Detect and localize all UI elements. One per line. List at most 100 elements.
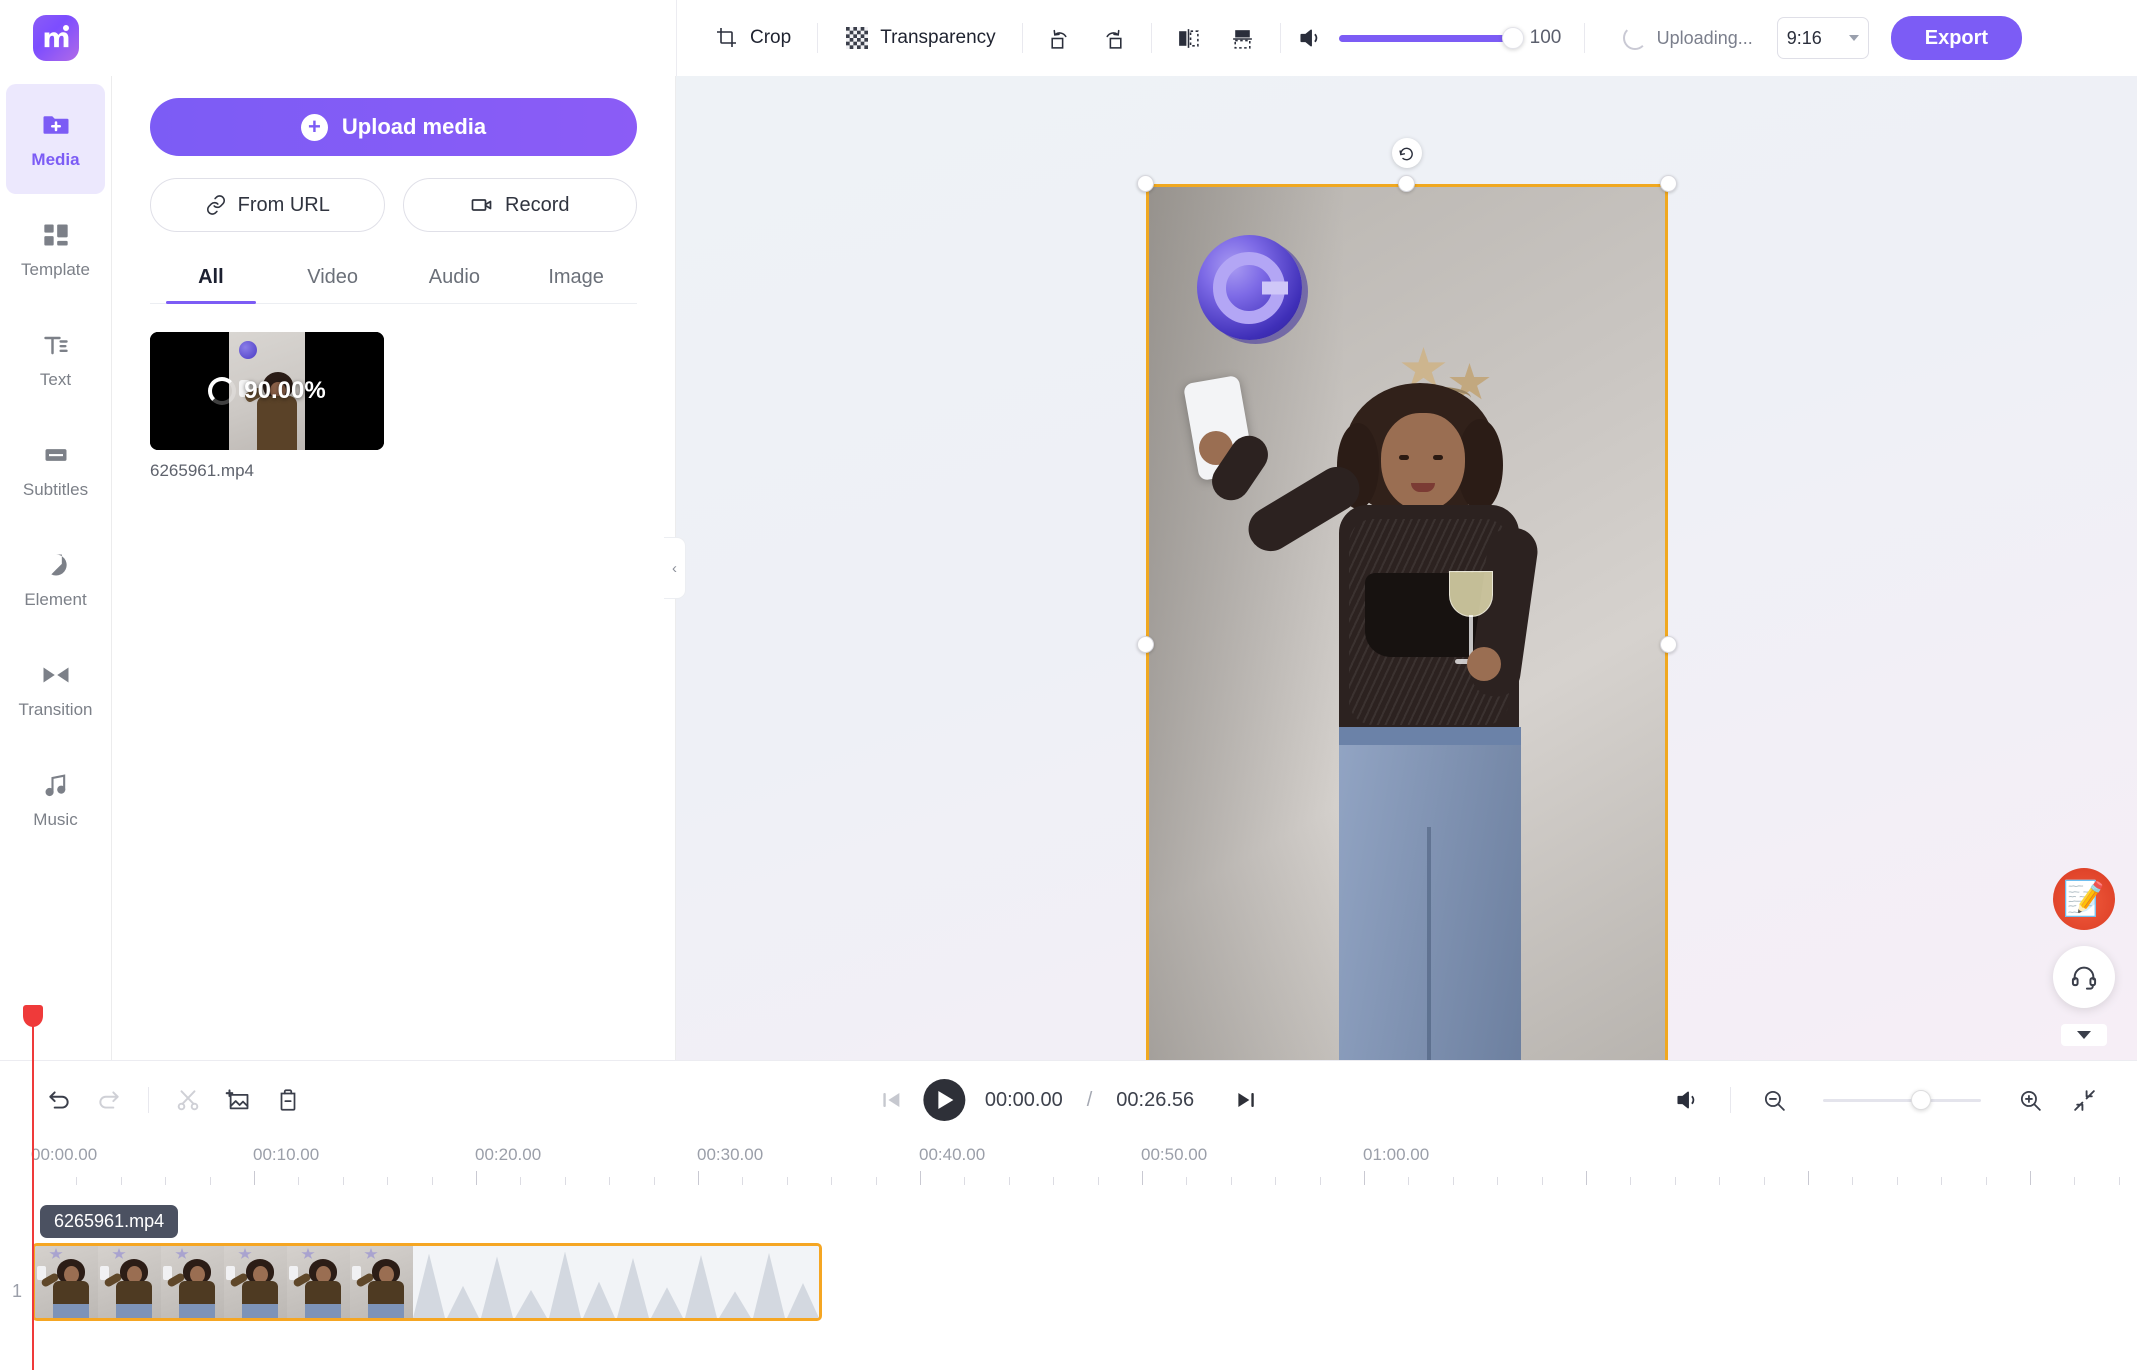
record-button[interactable]: Record: [402, 178, 637, 232]
resize-handle-top-right[interactable]: [1659, 175, 1677, 192]
ruler-tick: [831, 1177, 833, 1185]
playhead[interactable]: [23, 1005, 43, 1370]
toolbar-divider-3: [1150, 23, 1152, 53]
clip-thumbnail: [98, 1246, 161, 1318]
flip-horizontal-button[interactable]: [1162, 19, 1216, 57]
sidebar-item-subtitles[interactable]: Subtitles: [0, 414, 111, 524]
waveform-peak: [515, 1290, 547, 1318]
caret-down-icon: [2077, 1031, 2091, 1039]
zoom-out-button[interactable]: [1751, 1077, 1797, 1123]
timeline-clip[interactable]: [32, 1243, 822, 1321]
ruler-label: 00:10.00: [253, 1145, 320, 1164]
sidebar-item-transition[interactable]: Transition: [0, 634, 111, 744]
resize-handle-middle-right[interactable]: [1659, 635, 1677, 653]
upload-media-button[interactable]: + Upload media: [150, 98, 637, 156]
sidebar-item-music[interactable]: Music: [0, 744, 111, 854]
link-icon: [205, 194, 227, 216]
ruler-tick: [875, 1177, 877, 1185]
split-button[interactable]: [165, 1077, 211, 1123]
ruler-tick: [1808, 1171, 1809, 1185]
undo-button[interactable]: [36, 1077, 82, 1123]
ruler-tick: [1630, 1177, 1632, 1185]
ruler-tick: [1408, 1177, 1410, 1185]
flip-vertical-button[interactable]: [1216, 19, 1270, 57]
waveform-peak: [447, 1285, 479, 1318]
tab-audio[interactable]: Audio: [394, 258, 516, 303]
rotate-left-button[interactable]: [1033, 19, 1087, 57]
redo-button[interactable]: [86, 1077, 132, 1123]
sidebar-item-template[interactable]: Template: [0, 194, 111, 304]
timeline-zoom-knob[interactable]: [1910, 1090, 1931, 1110]
ruler-tick: [1452, 1177, 1454, 1185]
tab-image[interactable]: Image: [515, 258, 637, 303]
ruler-tick: [476, 1171, 477, 1185]
timeline-ruler[interactable]: 00:00.00 00:10.00 00:20.00 00:30.00 00:40.00…: [0, 1139, 2137, 1195]
sidebar-item-text[interactable]: Text: [0, 304, 111, 414]
ruler-tick: [786, 1177, 788, 1185]
volume-slider-knob[interactable]: [1501, 27, 1524, 49]
ruler-tick: [520, 1177, 522, 1185]
aspect-ratio-select[interactable]: 9:16: [1776, 17, 1869, 59]
ruler-label: 01:00.00: [1363, 1145, 1430, 1164]
sidebar-item-text-label: Text: [39, 369, 72, 389]
resize-handle-middle-left[interactable]: [1136, 635, 1154, 653]
app-logo[interactable]: m: [33, 15, 79, 61]
volume-icon[interactable]: [1297, 25, 1323, 51]
support-button[interactable]: [2053, 946, 2115, 1008]
volume-slider[interactable]: [1338, 27, 1524, 49]
selected-clip-stage[interactable]: [1136, 138, 1677, 1060]
ruler-tick: [698, 1171, 699, 1185]
rotate-left-icon: [1047, 25, 1073, 51]
media-thumbnail[interactable]: 90.00%: [150, 332, 384, 450]
ruler-tick: [1541, 1177, 1543, 1185]
from-url-button[interactable]: From URL: [150, 178, 385, 232]
subtitles-icon: [40, 439, 72, 471]
ruler-tick: [2118, 1177, 2120, 1185]
rotate-right-button[interactable]: [1087, 19, 1141, 57]
ruler-tick: [1097, 1177, 1099, 1185]
playhead-knob[interactable]: [23, 1005, 43, 1027]
export-button[interactable]: Export: [1890, 16, 2023, 60]
fit-to-screen-button[interactable]: [2061, 1077, 2107, 1123]
timeline-zoom-slider[interactable]: [1823, 1090, 1981, 1110]
floating-action-buttons: 📝: [2053, 868, 2115, 1046]
waveform-peak: [481, 1256, 513, 1318]
media-item[interactable]: 90.00% 6265961.mp4: [150, 332, 384, 481]
preview-canvas[interactable]: 📝: [676, 76, 2137, 1060]
transparency-button[interactable]: Transparency: [828, 19, 1011, 57]
add-media-button[interactable]: [215, 1077, 261, 1123]
flip-horizontal-icon: [1176, 25, 1202, 51]
video-editor-app: m Crop Transparency 100 Uploading... 9:1…: [0, 0, 2137, 1370]
tab-video[interactable]: Video: [272, 258, 394, 303]
sidebar-item-element-label: Element: [24, 589, 87, 609]
sidebar-item-media[interactable]: Media: [6, 84, 105, 194]
sidebar-item-element[interactable]: Element: [0, 524, 111, 634]
feedback-button[interactable]: 📝: [2053, 868, 2115, 930]
upload-status: Uploading...: [1622, 26, 1753, 50]
skip-to-start-button[interactable]: [879, 1088, 903, 1112]
sidebar-item-subtitles-label: Subtitles: [22, 479, 89, 499]
panel-collapse-button[interactable]: ‹: [664, 537, 686, 599]
media-source-buttons: From URL Record: [150, 178, 637, 232]
resize-handle-top-center[interactable]: [1398, 175, 1415, 192]
play-button[interactable]: [922, 1079, 965, 1121]
sidebar-item-transition-label: Transition: [18, 699, 93, 719]
ruler-tick: [387, 1177, 389, 1185]
media-list: 90.00% 6265961.mp4: [150, 332, 637, 481]
zoom-in-button[interactable]: [2007, 1077, 2053, 1123]
rotate-handle[interactable]: [1391, 138, 1422, 168]
panel-header-spacer: [112, 0, 676, 76]
template-grid-icon: [40, 219, 72, 251]
crop-button[interactable]: Crop: [698, 19, 807, 57]
resize-handle-top-left[interactable]: [1136, 175, 1154, 192]
skip-to-end-button[interactable]: [1234, 1088, 1258, 1112]
transparency-label: Transparency: [880, 27, 996, 48]
timeline-volume-button[interactable]: [1664, 1077, 1710, 1123]
ruler-tick: [2030, 1171, 2031, 1185]
tab-all[interactable]: All: [150, 258, 272, 304]
element-sticker-icon: [40, 549, 72, 581]
collapse-float-button[interactable]: [2061, 1024, 2107, 1046]
delete-button[interactable]: [265, 1077, 311, 1123]
clip-thumbnail: [161, 1246, 224, 1318]
ruler-tick: [1053, 1177, 1055, 1185]
